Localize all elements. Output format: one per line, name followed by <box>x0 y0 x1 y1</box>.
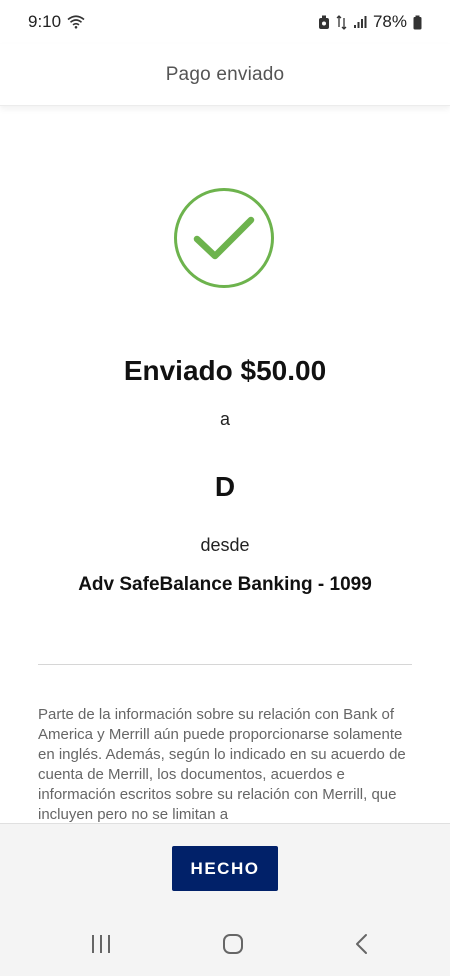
status-bar: 9:10 78% <box>0 0 450 44</box>
battery-text: 78% <box>372 12 407 31</box>
source-account: Adv SafeBalance Banking - 1099 <box>78 574 372 595</box>
page-title: Pago enviado <box>165 63 285 85</box>
done-button[interactable]: HECHO <box>172 846 278 891</box>
footer: HECHO <box>0 823 450 911</box>
sent-amount: Enviado $50.00 <box>123 355 327 386</box>
system-nav-bar <box>0 911 450 976</box>
back-icon[interactable] <box>354 933 370 955</box>
app-header: Pago enviado <box>0 44 450 106</box>
wifi-icon <box>67 15 85 29</box>
payee-name: D <box>214 471 236 502</box>
home-icon[interactable] <box>222 933 244 955</box>
to-label: a <box>219 409 230 429</box>
status-left: 9:10 <box>28 12 85 32</box>
battery-icon <box>413 15 422 30</box>
from-label: desde <box>200 535 250 555</box>
recent-apps-icon[interactable] <box>90 934 112 954</box>
divider <box>38 664 412 665</box>
data-transfer-icon <box>336 14 347 30</box>
status-time: 9:10 <box>28 12 62 31</box>
status-right: 78% <box>318 12 422 32</box>
disclaimer-text: Parte de la información sobre su relació… <box>38 706 406 823</box>
signal-icon <box>353 15 367 29</box>
screen-record-icon <box>318 15 330 30</box>
checkmark-circle-icon <box>174 188 274 288</box>
